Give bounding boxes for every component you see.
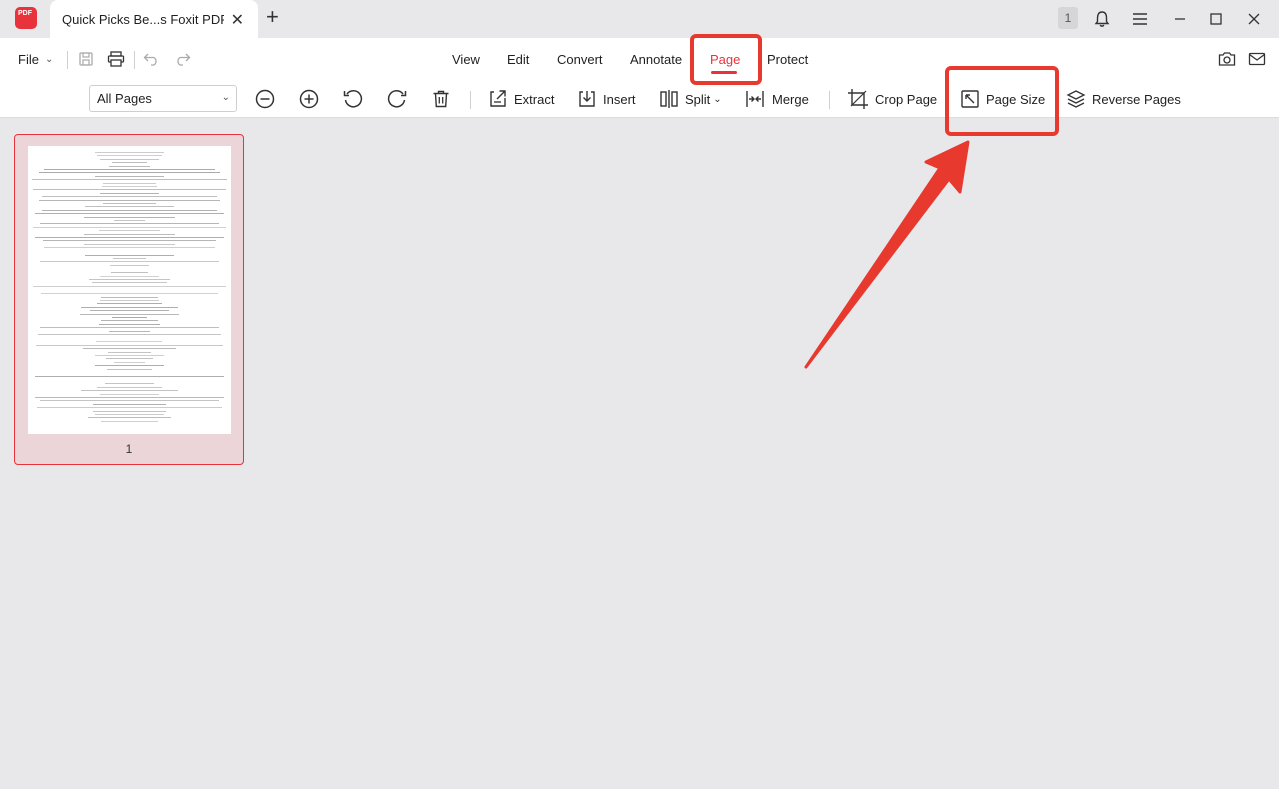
annotation-arrow (804, 140, 970, 369)
